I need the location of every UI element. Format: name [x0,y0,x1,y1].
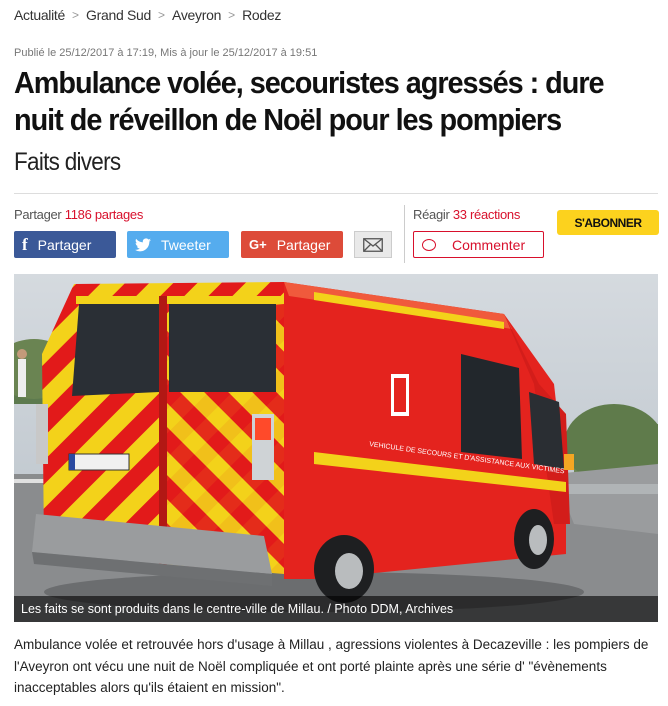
twitter-share-button[interactable]: Tweeter [127,231,229,258]
breadcrumb-link-actualite[interactable]: Actualité [14,7,65,23]
article-rubric[interactable]: Faits divers [14,148,121,177]
google-plus-share-label: Partager [276,236,331,253]
article-photo: VEHICULE DE SECOURS ET D'ASSISTANCE AUX … [14,274,658,622]
twitter-share-label: Tweeter [161,236,211,253]
article-title: Ambulance volée, secouristes agressés : … [14,65,605,137]
google-plus-icon: G+ [249,237,267,252]
comment-bubble-icon [422,238,436,251]
subscribe-button[interactable]: S'ABONNER [557,210,659,235]
publication-date: Publié le 25/12/2017 à 17:19, Mis à jour… [14,47,318,59]
email-share-button[interactable] [354,231,392,258]
twitter-icon [135,237,151,252]
breadcrumb: Actualité > Grand Sud > Aveyron > Rodez [14,7,281,23]
comment-button-label: Commenter [452,236,526,253]
google-plus-share-button[interactable]: G+ Partager [241,231,343,258]
facebook-share-button[interactable]: f Partager [14,231,116,258]
reactions-count[interactable]: 33 réactions [453,207,521,222]
envelope-icon [363,237,383,252]
divider [404,205,405,263]
breadcrumb-separator: > [228,8,236,22]
breadcrumb-separator: > [72,8,80,22]
breadcrumb-link-aveyron[interactable]: Aveyron [172,7,221,23]
react-label-text: Réagir [413,207,450,222]
share-label-text: Partager [14,207,62,222]
share-label: Partager 1186 partages [14,207,143,222]
share-count: 1186 partages [64,207,144,222]
react-label: Réagir 33 réactions [413,207,520,222]
breadcrumb-link-grand-sud[interactable]: Grand Sud [86,7,151,23]
breadcrumb-separator: > [158,8,166,22]
ambulance-photo-illustration: VEHICULE DE SECOURS ET D'ASSISTANCE AUX … [14,274,658,622]
article-lede: Ambulance volée et retrouvée hors d'usag… [14,637,649,695]
facebook-share-label: Partager [37,236,92,253]
photo-caption: Les faits se sont produits dans le centr… [14,596,658,622]
divider [14,193,658,194]
comment-button[interactable]: Commenter [413,231,544,258]
facebook-icon: f [22,234,28,254]
breadcrumb-link-rodez[interactable]: Rodez [242,7,281,23]
